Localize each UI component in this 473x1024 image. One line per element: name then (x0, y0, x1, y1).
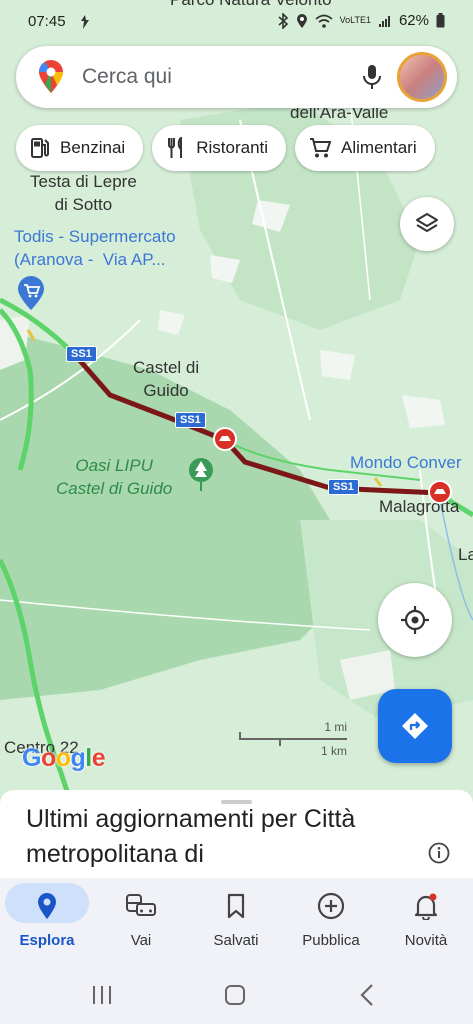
chip-label: Ristoranti (196, 138, 269, 157)
crosshair-icon (401, 606, 429, 634)
battery-percent: 62% (398, 12, 429, 29)
category-chips: Benzinai Ristoranti Alimentari (16, 125, 435, 171)
gas-station-icon (31, 138, 49, 158)
map-label-testa-di-lepre: Testa di Lepre di Sotto (30, 172, 137, 214)
map-label-castel-di-guido: Castel di Guido (133, 358, 200, 400)
network-label: VoLTE1 (339, 15, 371, 25)
map-label-mondo[interactable]: Mondo Conver (350, 451, 462, 474)
chip-label: Alimentari (341, 138, 417, 157)
google-logo: Google (22, 744, 106, 772)
tree-pin-icon[interactable] (188, 457, 214, 493)
map-scale: 1 mi 1 km (239, 718, 349, 758)
add-circle-icon (317, 892, 345, 920)
battery-icon (436, 13, 445, 28)
signal-icon (378, 15, 390, 27)
nav-salvati[interactable]: Salvati (189, 878, 283, 970)
nav-label: Pubblica (302, 932, 360, 949)
info-icon[interactable] (428, 842, 450, 864)
notification-icon (81, 15, 89, 29)
scale-metric: 1 km (320, 744, 347, 758)
chip-ristoranti[interactable]: Ristoranti (152, 125, 287, 171)
avatar[interactable] (397, 52, 447, 102)
chip-benzinai[interactable]: Benzinai (16, 125, 144, 171)
commute-icon (126, 894, 156, 916)
directions-button[interactable] (378, 689, 452, 763)
nav-pubblica[interactable]: Pubblica (284, 878, 378, 970)
layers-icon (416, 213, 438, 232)
directions-icon (402, 713, 428, 739)
shopping-cart-icon (310, 138, 332, 158)
nav-label: Vai (130, 932, 152, 949)
microphone-icon[interactable] (362, 64, 382, 90)
map-label-oasi[interactable]: Oasi LIPU Castel di Guido (56, 454, 172, 500)
scale-imperial: 1 mi (324, 720, 347, 734)
bluetooth-icon (278, 12, 288, 29)
recent-apps-icon[interactable] (90, 982, 114, 1008)
map-view[interactable]: Parco Natura Velorito dell'Ara-Valle Tes… (0, 0, 473, 800)
road-shield: SS1 (328, 479, 359, 495)
bell-icon (414, 893, 438, 920)
location-pin-icon (38, 893, 56, 919)
chip-label: Benzinai (60, 138, 126, 157)
nav-esplora[interactable]: Esplora (0, 878, 94, 970)
system-navigation-bar (0, 970, 473, 1024)
bottom-sheet[interactable]: Ultimi aggiornamenti per Città metropoli… (0, 790, 473, 878)
map-terrain (0, 0, 473, 800)
search-bar[interactable]: Cerca qui (16, 46, 457, 108)
bookmark-icon (227, 893, 245, 919)
status-time: 07:45 (28, 13, 66, 30)
nav-novita[interactable]: Novità (379, 878, 473, 970)
road-shield: SS1 (66, 346, 97, 362)
layers-button[interactable] (400, 197, 454, 251)
search-input[interactable]: Cerca qui (82, 65, 172, 89)
maps-pin-logo-icon (39, 60, 63, 93)
sheet-title: Ultimi aggiornamenti per Città metropoli… (26, 805, 356, 868)
road-shield: SS1 (175, 412, 206, 428)
traffic-incident-icon[interactable] (213, 427, 237, 451)
map-label-todis[interactable]: Todis - Supermercato (Aranova - Via AP..… (14, 225, 176, 271)
nav-vai[interactable]: Vai (94, 878, 188, 970)
back-icon[interactable] (356, 982, 380, 1008)
home-icon[interactable] (223, 982, 247, 1008)
fork-knife-icon (168, 137, 183, 158)
location-icon (296, 13, 307, 28)
nav-label: Salvati (213, 932, 259, 949)
traffic-incident-icon[interactable] (428, 480, 452, 504)
status-bar: 07:45 VoLTE1 62% (0, 0, 473, 44)
chip-alimentari[interactable]: Alimentari (295, 125, 435, 171)
my-location-button[interactable] (378, 583, 452, 657)
nav-label: Esplora (19, 932, 75, 949)
nav-label: Novità (404, 932, 448, 949)
bottom-navigation: Esplora Vai Salvati Pubblica Novità (0, 878, 473, 970)
map-label-la: La (458, 545, 473, 564)
shopping-cart-pin-icon[interactable] (16, 275, 46, 311)
wifi-icon (315, 14, 333, 28)
